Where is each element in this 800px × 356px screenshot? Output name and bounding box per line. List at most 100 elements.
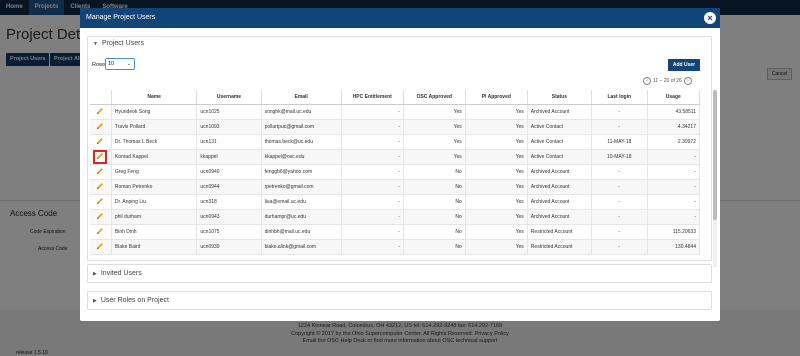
cell-osc: No [403,239,466,255]
cell-pi: Yes [465,194,528,210]
cell-osc: Yes [403,134,466,150]
chevron-down-icon: ⌄ [126,61,131,67]
column-header[interactable]: Name [111,90,198,105]
cell-osc: No [403,224,466,240]
cell-last: - [591,119,648,135]
cell-email: liua@email.uc.edu [261,194,342,210]
cell-hpc: - [341,224,404,240]
pencil-edit-icon[interactable] [95,182,105,192]
pencil-edit-icon[interactable] [95,167,105,177]
cell-username: ucn0943 [196,209,262,225]
cell-pi: Yes [465,104,528,120]
chevron-right-icon: ▶ [93,271,97,277]
column-header[interactable]: Usage [647,90,701,105]
cell-hpc: - [341,179,404,195]
cell-status: Archived Account [527,164,592,180]
cell-username: kkappel [196,149,262,165]
cell-name: Binh Dinh [111,224,198,240]
cell-pi: Yes [465,134,528,150]
cell-usage: - [647,179,701,195]
cell-osc: Yes [403,104,466,120]
cell-username: ucn131 [196,134,262,150]
table-row: Blake Baird ucn0939 blake.alink@gmail.com -… [90,239,701,255]
next-page-icon[interactable]: › [683,77,692,85]
previous-page-icon[interactable]: ‹ [643,77,651,85]
cell-status: Active Contact [527,134,592,150]
cell-name: phil durham [111,209,198,225]
cell-name: Greg Feng [111,164,198,180]
cell-username: ucn1075 [196,224,262,240]
edit-cell [90,194,112,210]
cell-name: Hyundeok Song [111,104,198,120]
pencil-edit-icon[interactable] [95,227,105,237]
rows-label: Rows [92,62,106,68]
cell-email: thomas.beck@uc.edu [261,134,342,150]
pencil-edit-icon[interactable] [95,137,105,147]
column-header[interactable]: Email [261,90,342,105]
scrollbar[interactable] [713,90,717,267]
close-icon[interactable]: × [704,12,716,24]
table-row: Greg Feng ucn0940 fenggb6@yahoo.com - No Yes A… [90,164,701,180]
edit-cell [90,209,112,225]
pencil-edit-icon[interactable] [95,242,105,252]
cell-status: Archived Account [527,209,592,225]
column-header[interactable]: PI Approved [465,90,528,105]
project-users-heading: Project Users [101,40,144,47]
edit-cell [90,149,112,165]
cell-username: ucn1025 [196,104,262,120]
edit-cell [90,164,112,180]
pencil-edit-icon[interactable] [95,197,105,207]
column-header[interactable]: Last login [591,90,648,105]
scrollbar-thumb[interactable] [713,90,717,220]
users-table: Name Username Email HPC Entitlement OSC Appr… [90,90,701,255]
cell-username: ucn0940 [196,164,262,180]
column-header[interactable]: Status [527,90,592,105]
invited-users-panel[interactable]: ▶ Invited Users [87,264,712,283]
cell-usage: 4.34217 [647,119,701,135]
cell-usage: - [647,164,701,180]
cell-username: ucn318 [196,194,262,210]
edit-cell [90,179,112,195]
edit-cell [90,239,112,255]
project-users-toggle[interactable]: ▼ Project Users [88,37,711,51]
cell-last: - [591,239,648,255]
cell-last: - [591,104,648,120]
edit-cell [90,104,112,120]
user-roles-panel[interactable]: ▶ User Roles on Project [87,291,712,310]
add-user-button[interactable]: Add User [668,59,700,71]
column-header[interactable] [90,90,112,105]
cell-hpc: - [341,119,404,135]
column-header[interactable]: HPC Entitlement [341,90,404,105]
rows-per-page-select[interactable]: 10 ⌄ [105,58,135,70]
cell-usage: 2.39972 [647,134,701,150]
cell-email: kkappel@osc.edu [261,149,342,165]
cell-name: Travis Pollard [111,119,198,135]
edit-cell [90,119,112,135]
cell-username: ucn0939 [196,239,262,255]
table-row: Travis Pollard ucn1093 pollartpuc@gmail.co… [90,119,701,135]
edit-cell [90,134,112,150]
cell-email: rpetrenko@gmail.com [261,179,342,195]
cell-status: Active Contact [527,149,592,165]
cell-last: - [591,209,648,225]
table-row: Dr. Anping Liu ucn318 liua@email.uc.edu - No… [90,194,701,210]
cell-osc: Yes [403,119,466,135]
invited-users-toggle[interactable]: ▶ Invited Users [88,267,711,281]
pencil-edit-icon[interactable] [95,122,105,132]
cell-pi: Yes [465,209,528,225]
modal-title: Manage Project Users [86,14,156,21]
chevron-right-icon: ▶ [93,298,97,304]
user-roles-toggle[interactable]: ▶ User Roles on Project [88,294,711,308]
pencil-edit-icon[interactable] [95,107,105,117]
cell-last: 11-MAY-18 [591,134,648,150]
column-header[interactable]: OSC Approved [403,90,466,105]
column-header[interactable]: Username [196,90,262,105]
pencil-edit-icon[interactable] [95,212,105,222]
table-header-row: Name Username Email HPC Entitlement OSC Appr… [90,90,701,105]
pencil-edit-icon[interactable] [93,149,108,164]
cell-hpc: - [341,149,404,165]
pagination-info: 11 – 20 of 26 [653,78,682,84]
cell-hpc: - [341,209,404,225]
cell-status: Active Contact [527,119,592,135]
cell-username: ucn1093 [196,119,262,135]
